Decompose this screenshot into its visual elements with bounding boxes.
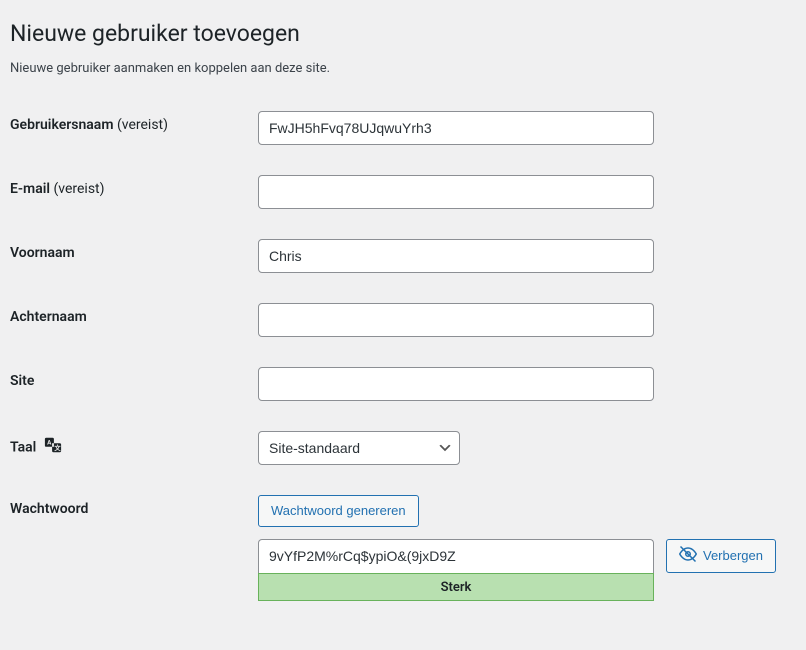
page-title: Nieuwe gebruiker toevoegen xyxy=(10,10,796,53)
page-subtitle: Nieuwe gebruiker aanmaken en koppelen aa… xyxy=(10,61,796,76)
hide-password-button[interactable]: Verbergen xyxy=(666,539,776,573)
user-form: Gebruikersnaam (vereist) E-mail (vereist… xyxy=(10,96,796,616)
generate-password-button[interactable]: Wachtwoord genereren xyxy=(258,495,419,527)
password-strength-meter: Sterk xyxy=(258,573,654,601)
firstname-input[interactable] xyxy=(258,239,654,273)
lastname-input[interactable] xyxy=(258,303,654,337)
email-input[interactable] xyxy=(258,175,654,209)
password-input[interactable] xyxy=(258,539,654,573)
translate-icon: A 文 xyxy=(44,436,62,459)
password-label: Wachtwoord xyxy=(10,480,258,616)
lastname-label: Achternaam xyxy=(10,288,258,352)
language-select[interactable]: Site-standaard xyxy=(258,431,460,465)
username-input[interactable] xyxy=(258,111,654,145)
firstname-label: Voornaam xyxy=(10,224,258,288)
language-label: Taal A 文 xyxy=(10,416,258,480)
eye-slash-icon xyxy=(679,545,697,566)
site-input[interactable] xyxy=(258,367,654,401)
svg-text:文: 文 xyxy=(54,443,61,452)
username-label: Gebruikersnaam (vereist) xyxy=(10,96,258,160)
site-label: Site xyxy=(10,352,258,416)
email-label: E-mail (vereist) xyxy=(10,160,258,224)
